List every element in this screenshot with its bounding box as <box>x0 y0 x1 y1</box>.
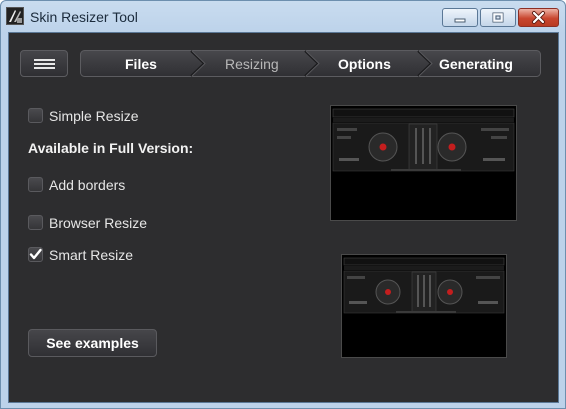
close-button[interactable] <box>518 8 559 27</box>
hamburger-icon <box>34 59 55 61</box>
close-icon <box>532 11 545 24</box>
smart-resize-label: Smart Resize <box>49 247 134 263</box>
dj-skin-thumbnail-resized <box>342 255 506 357</box>
resized-skin-preview <box>341 254 507 358</box>
step-generating[interactable]: Generating <box>439 56 513 72</box>
browser-resize-label: Browser Resize <box>49 215 148 231</box>
client-area: Files Resizing Options Generating Simple… <box>8 32 559 403</box>
simple-resize-label: Simple Resize <box>49 108 139 124</box>
hamburger-icon-bar <box>34 67 55 69</box>
minimize-icon <box>454 18 466 23</box>
minimize-button[interactable] <box>442 8 478 27</box>
menu-button[interactable] <box>20 50 68 77</box>
app-icon <box>6 7 24 25</box>
app-window: Skin Resizer Tool Files Resizing Options… <box>0 0 566 409</box>
add-borders-checkbox[interactable] <box>28 177 43 192</box>
step-resizing[interactable]: Resizing <box>225 56 279 72</box>
simple-resize-checkbox[interactable] <box>28 108 43 123</box>
full-version-heading: Available in Full Version: <box>28 140 194 156</box>
window-title: Skin Resizer Tool <box>30 9 138 25</box>
dj-skin-thumbnail <box>331 106 516 220</box>
browser-resize-checkbox[interactable] <box>28 215 43 230</box>
maximize-button[interactable] <box>480 8 516 27</box>
original-skin-preview <box>330 105 517 221</box>
smart-resize-checkbox[interactable] <box>28 247 43 262</box>
step-options[interactable]: Options <box>338 56 391 72</box>
title-bar[interactable]: Skin Resizer Tool <box>1 1 565 33</box>
add-borders-label: Add borders <box>49 177 126 193</box>
hamburger-icon-bar <box>34 63 55 65</box>
checkmark-icon <box>29 248 42 260</box>
wizard-steps: Files Resizing Options Generating <box>80 50 541 77</box>
step-files[interactable]: Files <box>125 56 157 72</box>
see-examples-button[interactable]: See examples <box>28 329 157 357</box>
maximize-icon <box>492 12 504 23</box>
